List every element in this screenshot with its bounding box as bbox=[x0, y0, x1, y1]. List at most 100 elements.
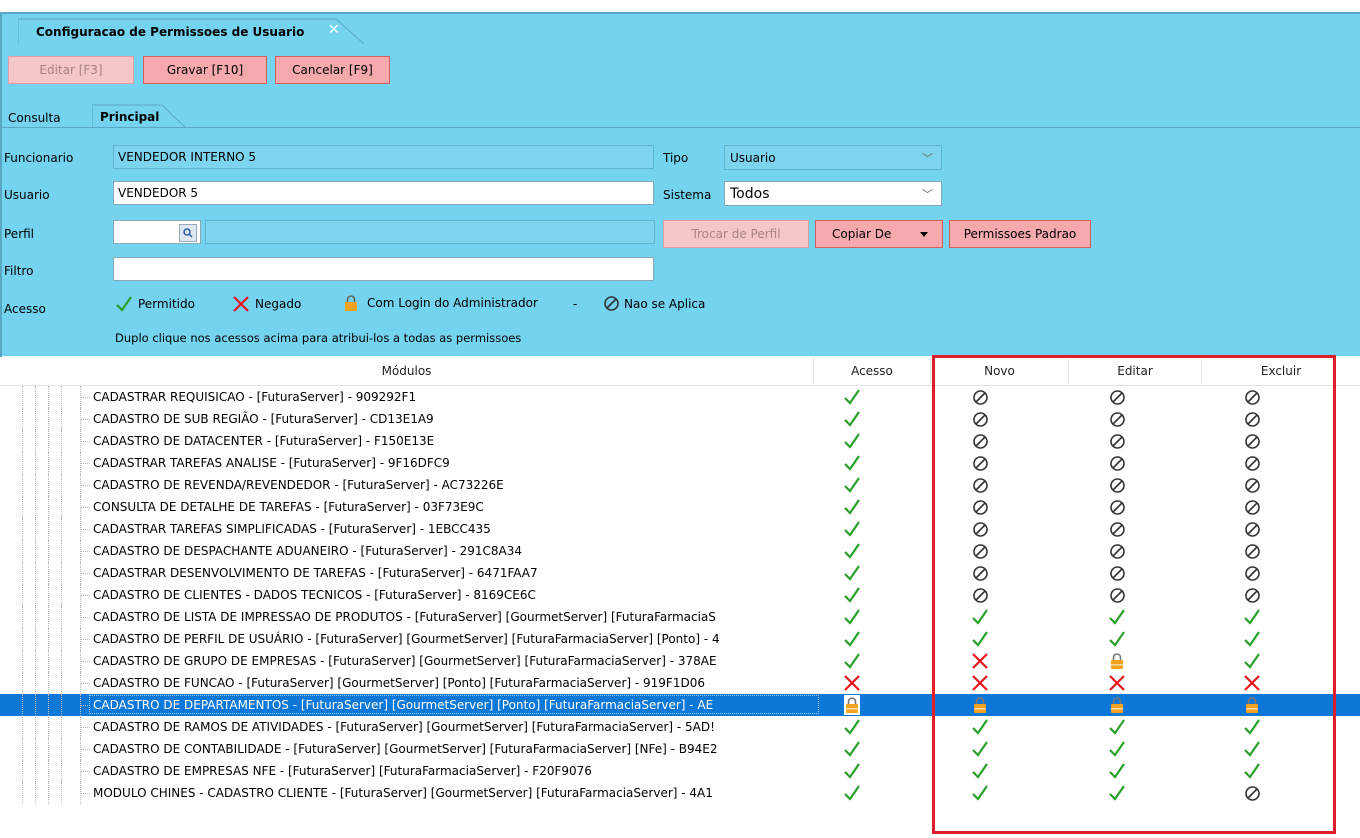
tab-principal[interactable]: Principal bbox=[100, 110, 159, 124]
module-name[interactable]: CADASTRO DE LISTA DE IMPRESSAO DE PRODUT… bbox=[93, 606, 805, 628]
tree-branch-line bbox=[80, 485, 90, 487]
module-name[interactable]: CADASTRO DE REVENDA/REVENDEDOR - [Futura… bbox=[93, 474, 805, 496]
module-name[interactable]: CADASTRAR REQUISICAO - [FuturaServer] - … bbox=[93, 386, 805, 408]
permission-cell-acesso[interactable] bbox=[832, 738, 872, 760]
legend-permitido[interactable]: Permitido bbox=[115, 296, 195, 312]
module-name[interactable]: CADASTRAR TAREFAS SIMPLIFICADAS - [Futur… bbox=[93, 518, 805, 540]
tree-branch-line bbox=[80, 529, 90, 531]
tipo-select[interactable]: Usuario ﹀ bbox=[724, 145, 942, 170]
module-name[interactable]: CADASTRO DE EMPRESAS NFE - [FuturaServer… bbox=[93, 760, 805, 782]
cancel-button[interactable]: Cancelar [F9] bbox=[275, 56, 390, 84]
tree-guide-line bbox=[61, 650, 63, 672]
tree-guide-line bbox=[61, 452, 63, 474]
save-button[interactable]: Gravar [F10] bbox=[143, 56, 267, 84]
sistema-select[interactable]: Todos ﹀ bbox=[724, 181, 942, 206]
tree-guide-line bbox=[48, 452, 50, 474]
permission-cell-acesso[interactable] bbox=[832, 782, 872, 804]
permission-cell-acesso[interactable] bbox=[832, 540, 872, 562]
sistema-value: Todos bbox=[730, 185, 770, 202]
module-name[interactable]: CADASTRAR DESENVOLVIMENTO DE TAREFAS - [… bbox=[93, 562, 805, 584]
permission-cell-acesso[interactable] bbox=[832, 452, 872, 474]
tree-guide-line bbox=[48, 760, 50, 782]
tree-guide-line bbox=[35, 430, 37, 452]
tree-branch-line bbox=[80, 661, 90, 663]
caret-down-icon bbox=[920, 232, 928, 237]
tree-guide-line bbox=[22, 584, 24, 606]
module-name[interactable]: CADASTRO DE PERFIL DE USUÁRIO - [FuturaS… bbox=[93, 628, 805, 650]
cross-icon bbox=[233, 296, 249, 312]
tree-guide-line bbox=[48, 738, 50, 760]
legend-admin[interactable]: Com Login do Administrador bbox=[344, 295, 538, 311]
trocar-perfil-button[interactable]: Trocar de Perfil bbox=[663, 220, 809, 248]
permission-cell-acesso[interactable] bbox=[832, 716, 872, 738]
module-name[interactable]: CADASTRO DE FUNCAO - [FuturaServer] [Gou… bbox=[93, 672, 805, 694]
perfil-code-field[interactable] bbox=[113, 220, 201, 244]
module-name[interactable]: CONSULTA DE DETALHE DE TAREFAS - [Futura… bbox=[93, 496, 805, 518]
tree-branch-line bbox=[80, 573, 90, 575]
permission-cell-acesso[interactable] bbox=[832, 474, 872, 496]
module-name[interactable]: CADASTRO DE DESPACHANTE ADUANEIRO - [Fut… bbox=[93, 540, 805, 562]
permission-cell-acesso[interactable] bbox=[832, 386, 872, 408]
permission-cell-acesso[interactable] bbox=[832, 496, 872, 518]
tree-guide-line bbox=[48, 628, 50, 650]
module-name[interactable]: CADASTRO DE GRUPO DE EMPRESAS - [FuturaS… bbox=[93, 650, 805, 672]
tree-branch-line bbox=[80, 617, 90, 619]
check-icon bbox=[843, 499, 861, 515]
not-applicable-icon bbox=[604, 296, 619, 311]
tab-consulta[interactable]: Consulta bbox=[2, 108, 94, 128]
tree-guide-line bbox=[35, 386, 37, 408]
tree-guide-line bbox=[22, 430, 24, 452]
tree-guide-line bbox=[35, 584, 37, 606]
funcionario-label: Funcionario bbox=[4, 151, 74, 165]
module-name[interactable]: MODULO CHINES - CADASTRO CLIENTE - [Futu… bbox=[93, 782, 805, 804]
copiar-de-label: Copiar De bbox=[832, 227, 892, 241]
document-tab-title[interactable]: Configuracao de Permissoes de Usuario bbox=[36, 25, 304, 39]
usuario-field[interactable]: VENDEDOR 5 bbox=[113, 181, 654, 205]
lookup-search-icon[interactable] bbox=[179, 224, 197, 242]
permission-cell-acesso[interactable] bbox=[832, 606, 872, 628]
focus-outline bbox=[89, 695, 819, 714]
tree-guide-line bbox=[22, 694, 24, 716]
permission-cell-acesso[interactable] bbox=[832, 518, 872, 540]
permission-cell-acesso[interactable] bbox=[832, 584, 872, 606]
legend-nao-aplica[interactable]: Nao se Aplica bbox=[603, 295, 705, 312]
permission-cell-acesso[interactable] bbox=[832, 650, 872, 672]
tree-guide-line bbox=[61, 672, 63, 694]
tree-guide-line bbox=[48, 782, 50, 804]
tree-guide-line bbox=[61, 628, 63, 650]
tree-guide-line bbox=[48, 650, 50, 672]
module-name[interactable]: CADASTRO DE CONTABILIDADE - [FuturaServe… bbox=[93, 738, 805, 760]
lock-icon bbox=[345, 295, 357, 311]
tree-guide-line bbox=[35, 672, 37, 694]
edit-button[interactable]: Editar [F3] bbox=[8, 56, 134, 84]
tree-branch-line bbox=[80, 551, 90, 553]
legend-admin-label: Com Login do Administrador bbox=[367, 296, 538, 310]
tree-guide-line bbox=[61, 694, 63, 716]
module-name[interactable]: CADASTRO DE CLIENTES - DADOS TECNICOS - … bbox=[93, 584, 805, 606]
header-modulos[interactable]: Módulos bbox=[0, 357, 814, 384]
permissoes-padrao-button[interactable]: Permissoes Padrao bbox=[949, 220, 1091, 248]
usuario-label: Usuario bbox=[4, 188, 50, 202]
tree-guide-line bbox=[48, 408, 50, 430]
filtro-input[interactable] bbox=[113, 257, 654, 281]
close-icon[interactable]: ✕ bbox=[328, 22, 340, 38]
copiar-de-button[interactable]: Copiar De bbox=[815, 220, 943, 248]
permission-cell-acesso[interactable] bbox=[832, 628, 872, 650]
permission-cell-acesso[interactable] bbox=[832, 760, 872, 782]
tree-guide-line bbox=[22, 474, 24, 496]
permission-cell-acesso[interactable] bbox=[832, 562, 872, 584]
module-name[interactable]: CADASTRAR TAREFAS ANALISE - [FuturaServe… bbox=[93, 452, 805, 474]
legend-negado[interactable]: Negado bbox=[232, 296, 301, 312]
module-name[interactable]: CADASTRO DE RAMOS DE ATIVIDADES - [Futur… bbox=[93, 716, 805, 738]
permission-cell-acesso[interactable] bbox=[832, 430, 872, 452]
module-name[interactable]: CADASTRO DE SUB REGIÃO - [FuturaServer] … bbox=[93, 408, 805, 430]
tree-guide-line bbox=[22, 408, 24, 430]
permission-cell-acesso[interactable] bbox=[832, 408, 872, 430]
permission-cell-acesso[interactable] bbox=[832, 672, 872, 694]
permission-cell-acesso[interactable] bbox=[844, 695, 860, 715]
module-name[interactable]: CADASTRO DE DATACENTER - [FuturaServer] … bbox=[93, 430, 805, 452]
tree-guide-line bbox=[22, 452, 24, 474]
tree-guide-line bbox=[22, 628, 24, 650]
tree-guide-line bbox=[48, 672, 50, 694]
header-acesso[interactable]: Acesso bbox=[814, 357, 931, 384]
